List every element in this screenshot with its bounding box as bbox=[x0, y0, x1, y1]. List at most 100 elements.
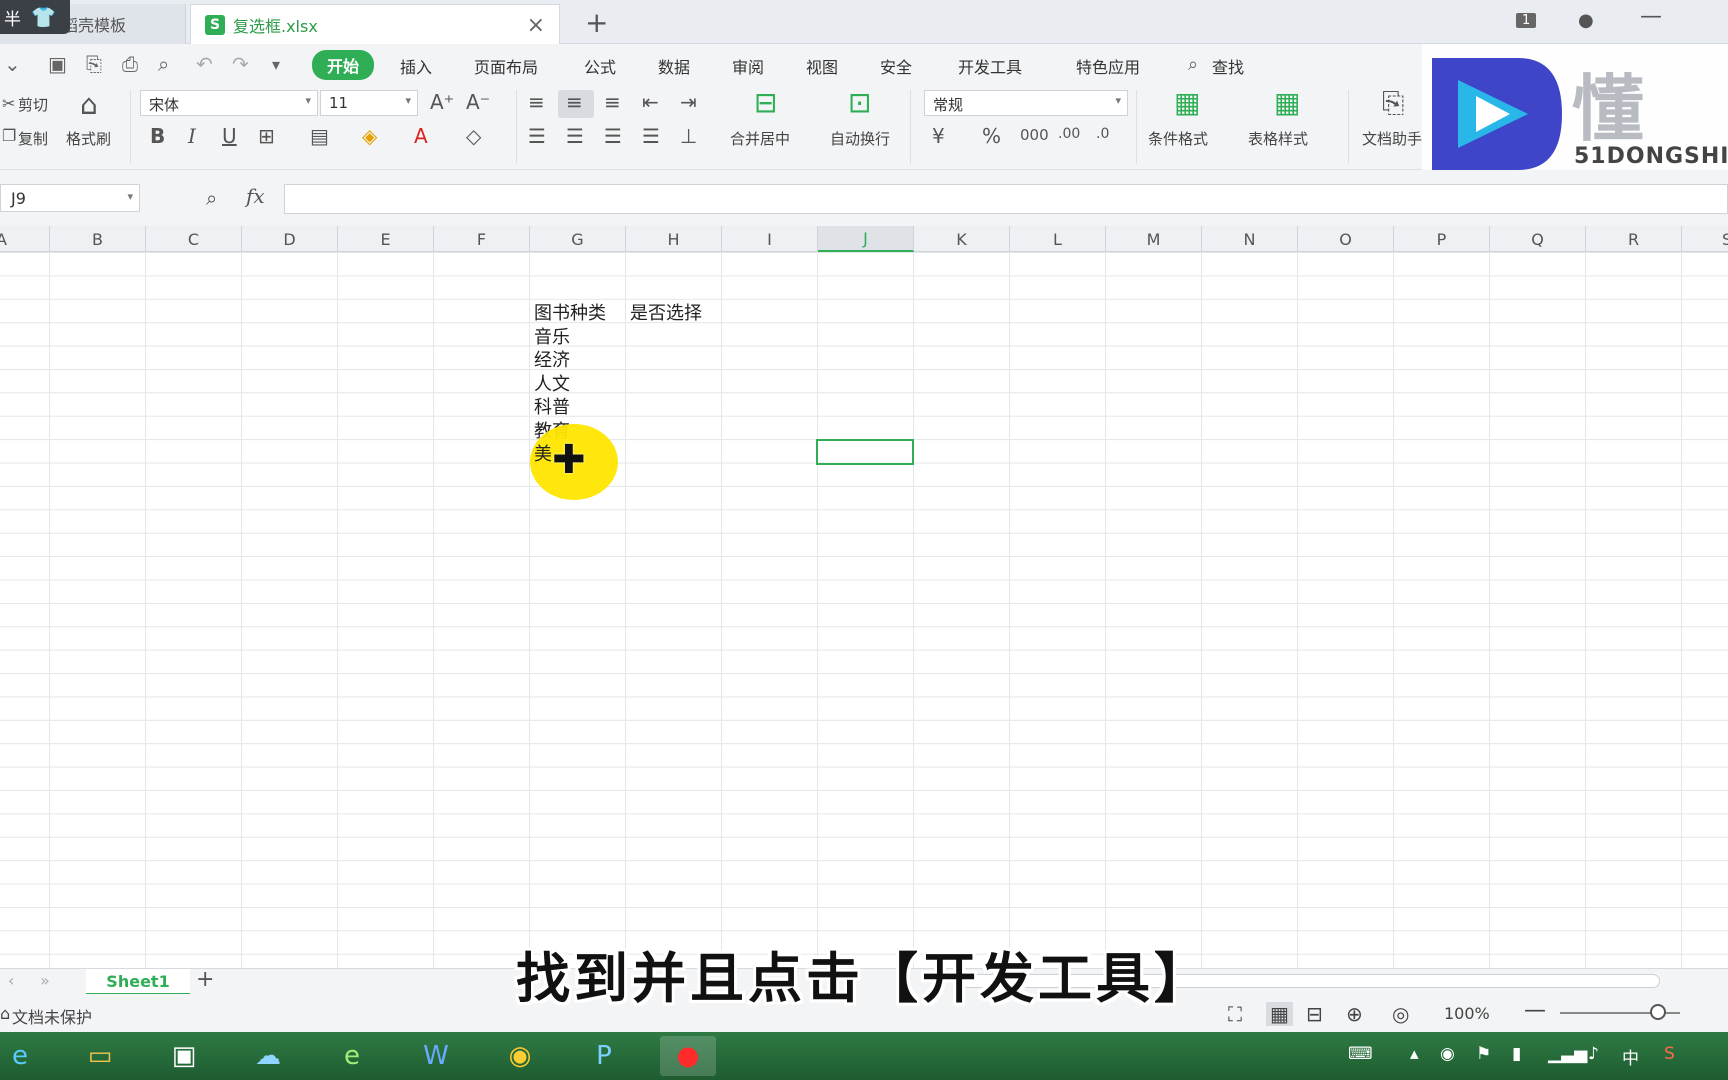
column-header-o[interactable]: O bbox=[1298, 226, 1394, 252]
document-assistant-button[interactable]: 文档助手 bbox=[1362, 128, 1422, 149]
eraser-icon[interactable]: ◇ bbox=[466, 124, 481, 148]
conditional-format-button[interactable]: 条件格式 bbox=[1148, 128, 1208, 149]
menu-special-apps[interactable]: 特色应用 bbox=[1076, 54, 1140, 78]
column-header-s[interactable]: S bbox=[1682, 226, 1728, 252]
tray-expand-icon[interactable]: ▴ bbox=[1410, 1044, 1419, 1064]
redo-icon[interactable]: ↷ bbox=[232, 52, 249, 76]
store-icon[interactable]: ▣ bbox=[156, 1036, 212, 1076]
cell-h3[interactable]: 是否选择 bbox=[630, 299, 702, 325]
customize-toolbar-icon[interactable]: ▾ bbox=[272, 55, 280, 74]
column-header-k[interactable]: K bbox=[914, 226, 1010, 252]
font-name-select[interactable]: 宋体 ▾ bbox=[140, 90, 318, 116]
font-color-icon[interactable]: A bbox=[414, 124, 428, 148]
name-box[interactable]: J9 ▾ bbox=[0, 184, 140, 212]
align-right-icon[interactable]: ☰ bbox=[604, 124, 622, 148]
column-header-e[interactable]: E bbox=[338, 226, 434, 252]
search-icon[interactable]: ⌕ bbox=[1188, 54, 1198, 75]
increase-indent-icon[interactable]: ⇥ bbox=[680, 90, 697, 114]
thousands-icon[interactable]: 000 bbox=[1020, 126, 1049, 144]
print-icon[interactable]: ⎙ bbox=[122, 52, 138, 76]
cell-g9[interactable]: 美 bbox=[534, 440, 552, 466]
bold-icon[interactable]: B bbox=[150, 124, 165, 148]
power-icon[interactable]: ▮ bbox=[1512, 1044, 1521, 1064]
cell-g3[interactable]: 图书种类 bbox=[534, 299, 606, 325]
column-header-r[interactable]: R bbox=[1586, 226, 1682, 252]
menu-insert[interactable]: 插入 bbox=[400, 54, 432, 78]
align-top-icon[interactable]: ≡ bbox=[528, 90, 545, 114]
wrap-text-button[interactable]: 自动换行 bbox=[830, 128, 890, 149]
spreadsheet-grid[interactable] bbox=[0, 252, 1728, 968]
ime-indicator[interactable]: 中 bbox=[1622, 1044, 1639, 1069]
tray-app-icon[interactable]: ◉ bbox=[1440, 1044, 1455, 1064]
format-painter-button[interactable]: 格式刷 bbox=[66, 128, 111, 149]
justify-icon[interactable]: ☰ bbox=[642, 124, 660, 148]
column-header-n[interactable]: N bbox=[1202, 226, 1298, 252]
chevron-down-icon[interactable]: ⌄ bbox=[4, 52, 21, 76]
italic-icon[interactable]: I bbox=[188, 124, 196, 148]
sogou-icon[interactable]: S bbox=[1664, 1044, 1675, 1064]
font-size-select[interactable]: 11 ▾ bbox=[320, 90, 418, 116]
p-app-icon[interactable]: P bbox=[576, 1036, 632, 1076]
menu-formulas[interactable]: 公式 bbox=[584, 54, 616, 78]
cell-g5[interactable]: 经济 bbox=[534, 346, 570, 372]
tab-active-document[interactable]: S 复选框.xlsx × bbox=[190, 4, 560, 44]
browser-icon[interactable]: e bbox=[324, 1036, 380, 1076]
decrease-font-icon[interactable]: A⁻ bbox=[466, 90, 490, 114]
print-preview-icon[interactable]: ⌕ bbox=[158, 52, 169, 76]
network-icon[interactable]: ▁▃▅ bbox=[1548, 1044, 1587, 1064]
new-tab-button[interactable]: + bbox=[585, 6, 608, 39]
align-left-icon[interactable]: ☰ bbox=[528, 124, 546, 148]
copy-button[interactable]: 复制 bbox=[18, 128, 48, 149]
column-header-f[interactable]: F bbox=[434, 226, 530, 252]
merge-center-button[interactable]: 合并居中 bbox=[730, 128, 790, 149]
menu-security[interactable]: 安全 bbox=[880, 54, 912, 78]
fx-label[interactable]: fx bbox=[246, 184, 265, 208]
menu-data[interactable]: 数据 bbox=[658, 54, 690, 78]
menu-developer-tools[interactable]: 开发工具 bbox=[958, 54, 1022, 78]
export-icon[interactable]: ⎘ bbox=[86, 52, 102, 76]
menu-home[interactable]: 开始 bbox=[312, 50, 375, 80]
minimize-icon[interactable]: — bbox=[1640, 4, 1662, 29]
wps-writer-icon[interactable]: W bbox=[408, 1036, 464, 1076]
keyboard-icon[interactable]: ⌨ bbox=[1348, 1044, 1373, 1064]
volume-icon[interactable]: ♪ bbox=[1588, 1044, 1599, 1064]
borders-icon[interactable]: ⊞ bbox=[258, 124, 275, 148]
save-icon[interactable]: ▣ bbox=[48, 52, 67, 76]
align-bottom-icon[interactable]: ≡ bbox=[604, 90, 621, 114]
flag-icon[interactable]: ⚑ bbox=[1476, 1044, 1491, 1064]
user-avatar-icon[interactable]: ● bbox=[1578, 10, 1594, 31]
ie-icon[interactable]: e bbox=[0, 1036, 48, 1076]
column-header-l[interactable]: L bbox=[1010, 226, 1106, 252]
recorder-icon[interactable]: ● bbox=[660, 1036, 716, 1076]
column-header-g[interactable]: G bbox=[530, 226, 626, 252]
column-header-p[interactable]: P bbox=[1394, 226, 1490, 252]
menu-view[interactable]: 视图 bbox=[806, 54, 838, 78]
skin-badge[interactable]: 半 👕 bbox=[0, 0, 70, 34]
align-center-icon[interactable]: ☰ bbox=[566, 124, 584, 148]
decrease-decimal-icon[interactable]: .0 bbox=[1096, 126, 1109, 142]
column-header-m[interactable]: M bbox=[1106, 226, 1202, 252]
close-tab-icon[interactable]: × bbox=[527, 13, 545, 38]
page-count-badge[interactable]: 1 bbox=[1516, 13, 1537, 28]
formula-input[interactable] bbox=[284, 184, 1728, 214]
zoom-search-icon[interactable]: ⌕ bbox=[206, 186, 217, 210]
column-header-d[interactable]: D bbox=[242, 226, 338, 252]
cut-button[interactable]: 剪切 bbox=[18, 94, 48, 115]
currency-icon[interactable]: ¥ bbox=[932, 124, 945, 148]
fill-pattern-icon[interactable]: ▤ bbox=[310, 124, 329, 148]
active-cell-j9[interactable] bbox=[816, 439, 914, 465]
column-header-i[interactable]: I bbox=[722, 226, 818, 252]
cloud-icon[interactable]: ☁ bbox=[240, 1036, 296, 1076]
cell-g7[interactable]: 科普 bbox=[534, 393, 570, 419]
table-style-button[interactable]: 表格样式 bbox=[1248, 128, 1308, 149]
number-format-select[interactable]: 常规 ▾ bbox=[924, 90, 1128, 116]
fill-color-icon[interactable]: ◈ bbox=[362, 124, 377, 148]
decrease-indent-icon[interactable]: ⇤ bbox=[642, 90, 659, 114]
folder-icon[interactable]: ▭ bbox=[72, 1036, 128, 1076]
increase-decimal-icon[interactable]: .00 bbox=[1058, 126, 1080, 142]
undo-icon[interactable]: ↶ bbox=[196, 52, 213, 76]
chrome-icon[interactable]: ◉ bbox=[492, 1036, 548, 1076]
align-middle-icon[interactable]: ≡ bbox=[566, 90, 583, 114]
column-header-j[interactable]: J bbox=[818, 226, 914, 252]
menu-review[interactable]: 审阅 bbox=[732, 54, 764, 78]
